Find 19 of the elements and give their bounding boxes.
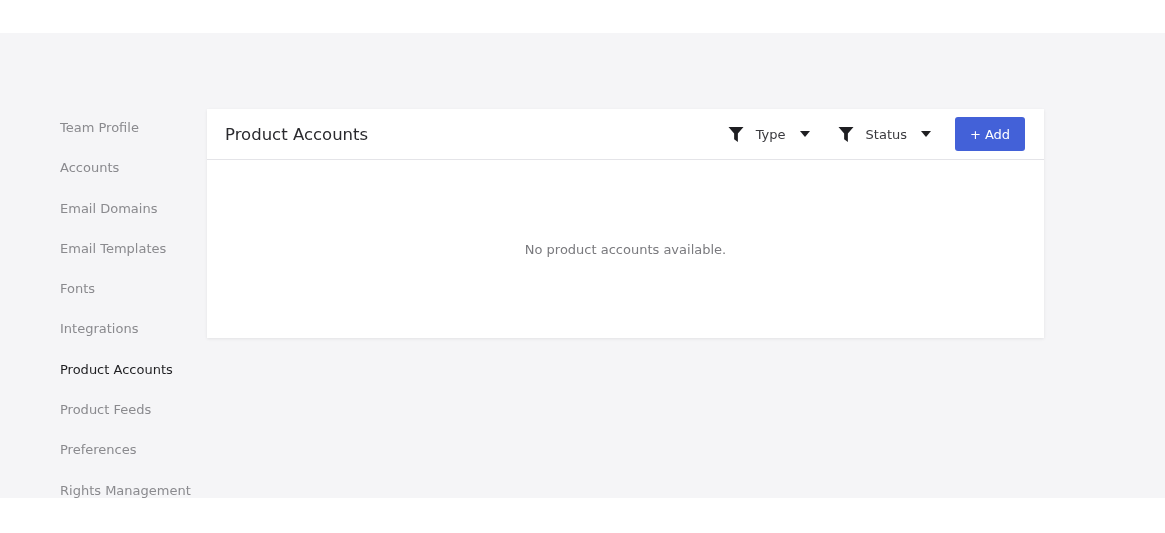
sidebar-item[interactable]: Email Domains bbox=[60, 191, 207, 232]
sidebar-item[interactable]: Accounts bbox=[60, 151, 207, 192]
caret-icon bbox=[921, 131, 931, 137]
filter-dropdown[interactable]: Type bbox=[727, 122, 810, 146]
filter-icon bbox=[837, 126, 854, 142]
caret-icon bbox=[799, 131, 810, 137]
sidebar-item[interactable]: Product Feeds bbox=[60, 393, 207, 434]
panel-title: Product Accounts bbox=[225, 124, 369, 144]
empty-message: No product accounts available. bbox=[524, 242, 727, 259]
filter-icon bbox=[727, 126, 744, 142]
add-button[interactable]: + Add bbox=[955, 117, 1025, 151]
sidebar-item[interactable]: Team Profile bbox=[60, 111, 207, 152]
filter-dropdown[interactable]: Status bbox=[837, 122, 931, 146]
sidebar-item[interactable]: Product Accounts bbox=[60, 352, 207, 394]
sidebar-item[interactable]: Email Templates bbox=[60, 231, 207, 273]
sidebar-item[interactable]: Integrations bbox=[60, 312, 207, 353]
sidebar-item[interactable]: Fonts bbox=[60, 272, 207, 313]
sidebar-item[interactable]: Rights Management bbox=[60, 473, 207, 514]
sidebar-item[interactable]: Preferences bbox=[60, 433, 207, 474]
